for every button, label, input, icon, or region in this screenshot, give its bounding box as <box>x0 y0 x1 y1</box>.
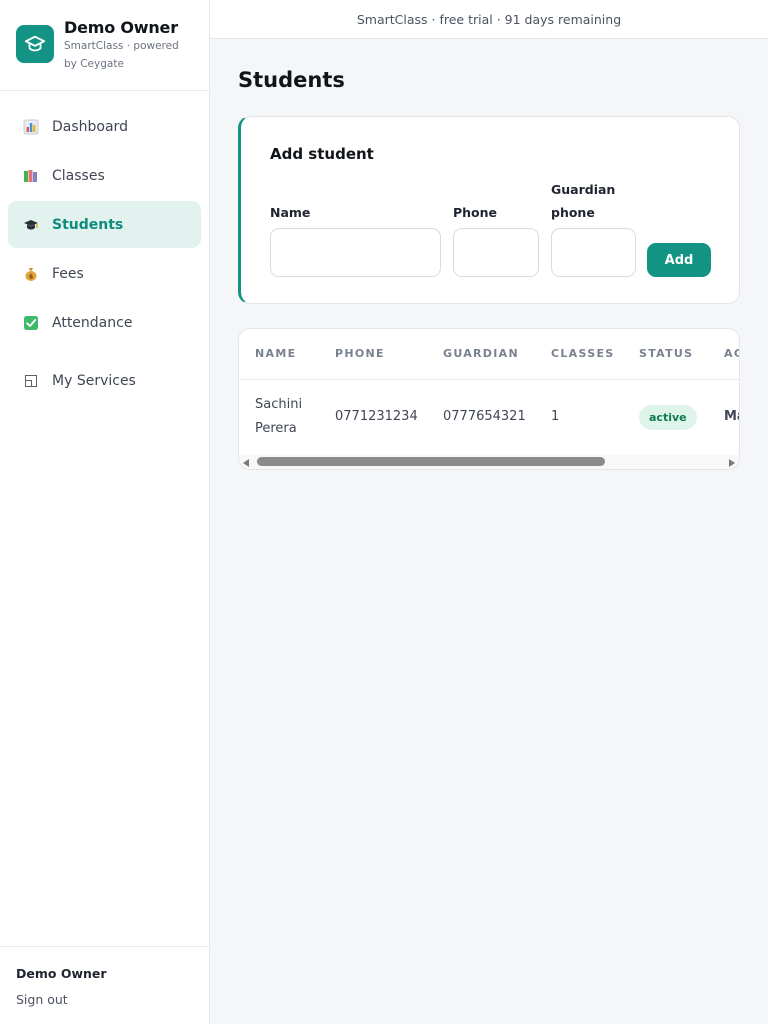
column-header-name[interactable]: NAME <box>255 347 296 360</box>
scroll-left-arrow-icon[interactable] <box>243 459 249 467</box>
add-student-button[interactable]: Add <box>647 243 711 277</box>
table-header-divider <box>239 379 739 380</box>
money-bag-icon: $ <box>23 266 39 282</box>
svg-text:$: $ <box>29 272 34 280</box>
student-name: Sachini Perera <box>255 397 303 436</box>
add-student-title: Add student <box>270 145 374 163</box>
page-title: Students <box>238 68 345 92</box>
name-input[interactable] <box>270 228 441 277</box>
phone-input[interactable] <box>453 228 539 277</box>
guardian-phone-field-label: Guardian phone <box>551 182 616 220</box>
sidebar-item-dashboard[interactable]: Dashboard <box>8 103 201 150</box>
add-student-card: Add student Name Phone Guardian phone Ad… <box>238 116 740 304</box>
books-icon <box>23 168 39 184</box>
graduation-cap-icon <box>16 25 54 63</box>
sidebar-item-attendance[interactable]: Attendance <box>8 299 201 346</box>
check-box-icon <box>23 315 39 331</box>
window-icon <box>23 373 39 389</box>
sidebar-item-label: My Services <box>52 372 136 389</box>
trial-banner-text: SmartClass · free trial · 91 days remain… <box>356 11 622 27</box>
column-header-status[interactable]: STATUS <box>639 347 693 360</box>
scrollbar-thumb[interactable] <box>257 457 605 466</box>
sidebar-item-my-services[interactable]: My Services <box>8 357 201 404</box>
user-panel: Demo Owner Sign out <box>0 946 209 1024</box>
sidebar-item-classes[interactable]: Classes <box>8 152 201 199</box>
graduation-cap-icon <box>23 217 39 233</box>
guardian-phone-input[interactable] <box>551 228 636 277</box>
horizontal-scrollbar[interactable] <box>239 455 739 469</box>
sidebar-item-label: Fees <box>52 265 84 282</box>
column-header-phone[interactable]: PHONE <box>335 347 385 360</box>
brand-title: Demo Owner <box>64 18 178 37</box>
student-classes-count: 1 <box>551 409 560 424</box>
column-header-classes[interactable]: CLASSES <box>551 347 614 360</box>
brand-subtitle: SmartClass · powered by Ceygate <box>64 40 179 70</box>
trial-banner: SmartClass · free trial · 91 days remain… <box>210 0 768 39</box>
sidebar-item-label: Dashboard <box>52 118 128 135</box>
name-field-label: Name <box>270 205 311 220</box>
sidebar-item-label: Attendance <box>52 314 133 331</box>
brand-header: Demo Owner SmartClass · powered by Ceyga… <box>0 0 209 91</box>
bar-chart-icon <box>23 119 39 135</box>
sign-out-link[interactable]: Sign out <box>16 992 68 1007</box>
student-phone: 0771231234 <box>335 409 418 424</box>
students-table: NAME PHONE GUARDIAN CLASSES STATUS AC Sa… <box>238 328 740 470</box>
sidebar-item-label: Students <box>52 216 124 233</box>
sidebar-item-fees[interactable]: $ Fees <box>8 250 201 297</box>
column-header-guardian[interactable]: GUARDIAN <box>443 347 519 360</box>
sidebar-item-students[interactable]: Students <box>8 201 201 248</box>
row-action-link[interactable]: Ma <box>724 409 739 424</box>
scroll-right-arrow-icon[interactable] <box>729 459 735 467</box>
sidebar-item-label: Classes <box>52 167 105 184</box>
column-header-actions[interactable]: AC <box>724 347 739 360</box>
sidebar: Demo Owner SmartClass · powered by Ceyga… <box>0 0 210 1024</box>
status-badge: active <box>639 405 697 430</box>
user-name: Demo Owner <box>16 966 107 981</box>
student-guardian-phone: 0777654321 <box>443 409 526 424</box>
phone-field-label: Phone <box>453 205 498 220</box>
